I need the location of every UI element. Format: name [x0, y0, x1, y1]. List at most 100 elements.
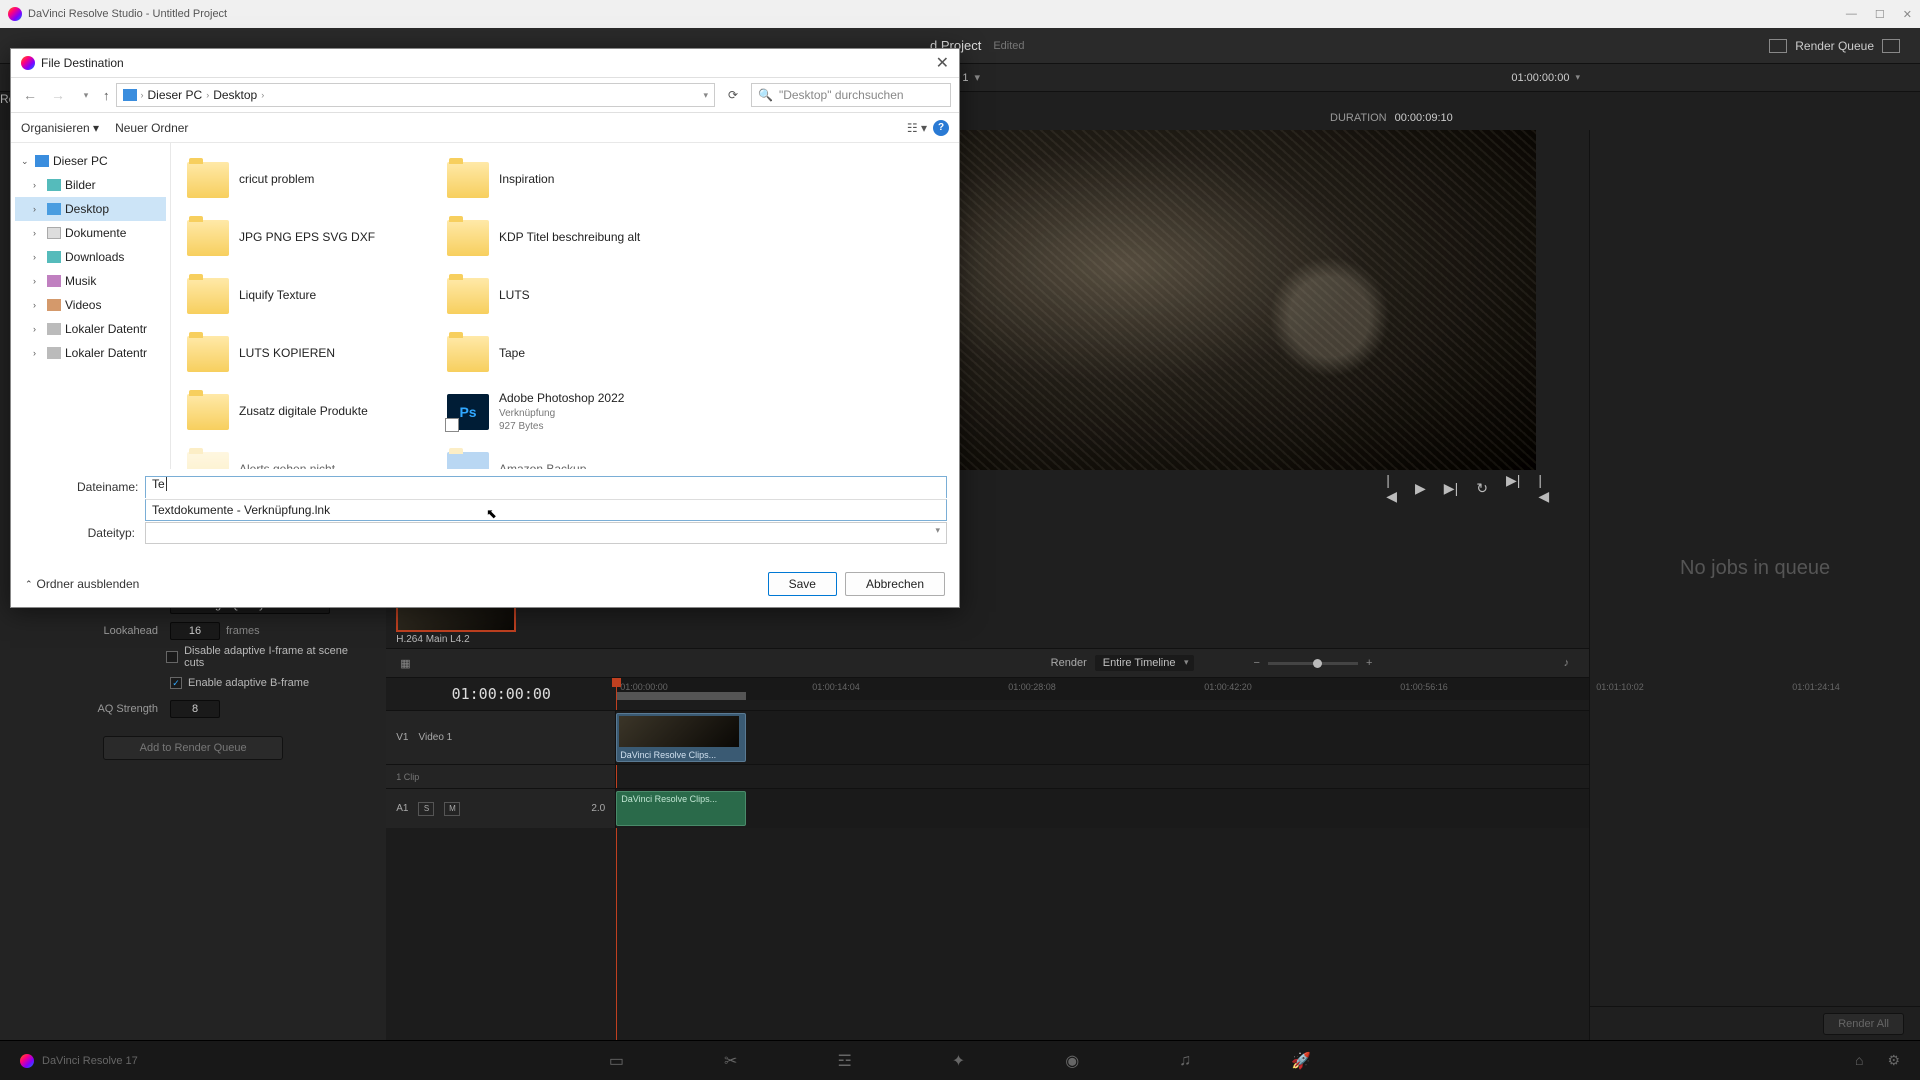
- edit-page-icon[interactable]: ☲: [837, 1051, 851, 1071]
- prev-clip-icon[interactable]: |◀: [1386, 472, 1397, 505]
- folder-item[interactable]: Liquify Texture: [181, 267, 441, 325]
- tree-node-dokumente[interactable]: ›Dokumente: [15, 221, 166, 245]
- home-icon[interactable]: ⌂: [1855, 1052, 1863, 1069]
- fairlight-page-icon[interactable]: ♫: [1179, 1052, 1191, 1070]
- in-out-range[interactable]: [616, 692, 746, 700]
- hide-folders-toggle[interactable]: ⌃Ordner ausblenden: [25, 577, 139, 591]
- page-navigation: DaVinci Resolve 17 ▭ ✂ ☲ ✦ ◉ ♫ 🚀 ⌂ ⚙: [0, 1040, 1920, 1080]
- timeline[interactable]: 01:00:00:00 01:00:00:00 01:00:14:04 01:0…: [386, 678, 1589, 1040]
- filename-input[interactable]: Te: [145, 476, 947, 498]
- dialog-close-icon[interactable]: ✕: [936, 53, 949, 73]
- cursor-icon: ⬉: [486, 506, 497, 522]
- file-list[interactable]: cricut problem Inspiration JPG PNG EPS S…: [171, 143, 959, 469]
- filetype-select[interactable]: ▾: [145, 522, 947, 544]
- folder-item[interactable]: LUTS: [441, 267, 701, 325]
- aq-input[interactable]: 8: [170, 700, 220, 718]
- new-folder-button[interactable]: Neuer Ordner: [115, 121, 188, 135]
- folder-icon: [447, 220, 489, 256]
- chevron-down-icon[interactable]: ▾: [975, 71, 981, 84]
- os-titlebar: DaVinci Resolve Studio - Untitled Projec…: [0, 0, 1920, 28]
- duration-label: DURATION: [1330, 112, 1387, 124]
- folder-item[interactable]: Alerts gehen nicht: [181, 441, 441, 469]
- save-button[interactable]: Save: [768, 572, 837, 596]
- folder-item[interactable]: Amazon Backup: [441, 441, 701, 469]
- deliver-page-icon[interactable]: 🚀: [1291, 1051, 1311, 1071]
- mute-button[interactable]: M: [444, 802, 460, 816]
- help-icon[interactable]: ?: [933, 120, 949, 136]
- next-clip-icon[interactable]: ▶|: [1444, 480, 1458, 497]
- organize-menu[interactable]: Organisieren ▾: [21, 121, 99, 135]
- folder-item[interactable]: Zusatz digitale Produkte: [181, 383, 441, 441]
- render-mode-select[interactable]: Entire Timeline: [1095, 655, 1194, 671]
- settings-icon[interactable]: ⚙: [1887, 1052, 1900, 1069]
- render-queue-panel: No jobs in queue Render All: [1589, 130, 1920, 1040]
- window-title: DaVinci Resolve Studio - Untitled Projec…: [28, 8, 227, 20]
- folder-item[interactable]: Tape: [441, 325, 701, 383]
- minimize-icon[interactable]: —: [1846, 8, 1857, 21]
- timeline-zoom[interactable]: −+: [1254, 657, 1373, 669]
- filetype-label: Dateityp:: [77, 526, 135, 540]
- loop-icon[interactable]: ↻: [1476, 480, 1488, 497]
- breadcrumb[interactable]: › Dieser PC › Desktop › ▾: [116, 83, 716, 107]
- fusion-page-icon[interactable]: ✦: [952, 1051, 965, 1071]
- audio-clip[interactable]: DaVinci Resolve Clips...: [616, 791, 746, 826]
- maximize-icon[interactable]: ☐: [1875, 8, 1885, 21]
- tree-node-disk1[interactable]: ›Lokaler Datentr: [15, 317, 166, 341]
- add-to-render-queue-button[interactable]: Add to Render Queue: [103, 736, 283, 760]
- cancel-button[interactable]: Abbrechen: [845, 572, 945, 596]
- up-icon[interactable]: ↑: [103, 88, 110, 103]
- tree-node-bilder[interactable]: ›Bilder: [15, 173, 166, 197]
- folder-item[interactable]: cricut problem: [181, 151, 441, 209]
- photoshop-icon: Ps: [447, 394, 489, 430]
- folder-icon: [187, 394, 229, 430]
- tree-node-disk2[interactable]: ›Lokaler Datentr: [15, 341, 166, 365]
- timecode-display[interactable]: 01:00:00:00▾: [1511, 72, 1580, 84]
- history-dropdown-icon[interactable]: ▾: [75, 90, 97, 101]
- folder-icon: [187, 336, 229, 372]
- folder-item[interactable]: KDP Titel beschreibung alt: [441, 209, 701, 267]
- color-page-icon[interactable]: ◉: [1065, 1051, 1079, 1071]
- media-page-icon[interactable]: ▭: [609, 1051, 624, 1071]
- window-buttons: — ☐ ✕: [1846, 8, 1912, 21]
- folder-icon: [187, 278, 229, 314]
- mark-in-icon[interactable]: ▶|: [1506, 472, 1520, 505]
- folder-tree[interactable]: ⌄Dieser PC ›Bilder ›Desktop ›Dokumente ›…: [11, 143, 171, 469]
- close-icon[interactable]: ✕: [1903, 8, 1912, 21]
- tree-node-desktop[interactable]: ›Desktop: [15, 197, 166, 221]
- timeline-ruler[interactable]: 01:00:00:00 01:00:14:04 01:00:28:08 01:0…: [616, 678, 1589, 700]
- render-all-button[interactable]: Render All: [1823, 1013, 1904, 1035]
- cut-page-icon[interactable]: ✂: [724, 1051, 737, 1071]
- folder-item[interactable]: LUTS KOPIEREN: [181, 325, 441, 383]
- view-mode-icon[interactable]: ☷ ▾: [907, 121, 927, 135]
- tree-node-pc[interactable]: ⌄Dieser PC: [15, 149, 166, 173]
- folder-item[interactable]: Inspiration: [441, 151, 701, 209]
- audio-icon[interactable]: ♪: [1564, 657, 1570, 669]
- back-icon[interactable]: ←: [19, 87, 41, 103]
- video-preview[interactable]: [946, 130, 1536, 470]
- refresh-icon[interactable]: ⟳: [721, 88, 745, 102]
- lookahead-input[interactable]: 16: [170, 622, 220, 640]
- solo-button[interactable]: S: [418, 802, 434, 816]
- video-clip[interactable]: DaVinci Resolve Clips...: [616, 713, 746, 762]
- folder-item[interactable]: JPG PNG EPS SVG DXF: [181, 209, 441, 267]
- timeline-timecode[interactable]: 01:00:00:00: [386, 685, 616, 703]
- filename-autocomplete[interactable]: Textdokumente - Verknüpfung.lnk ⬉: [145, 499, 947, 521]
- tree-node-downloads[interactable]: ›Downloads: [15, 245, 166, 269]
- play-icon[interactable]: ▶: [1415, 480, 1426, 497]
- expand-icon[interactable]: [1882, 39, 1900, 53]
- enable-bframe-checkbox[interactable]: ✓: [170, 677, 182, 689]
- breadcrumb-dropdown-icon[interactable]: ▾: [703, 90, 708, 101]
- disable-iframe-checkbox[interactable]: [166, 651, 178, 663]
- render-queue-toggle[interactable]: Render Queue: [1769, 39, 1900, 53]
- edited-badge: Edited: [993, 40, 1024, 52]
- shortcut-item[interactable]: PsAdobe Photoshop 2022Verknüpfung927 Byt…: [441, 383, 701, 441]
- mark-out-icon[interactable]: |◀: [1538, 472, 1549, 505]
- tree-node-musik[interactable]: ›Musik: [15, 269, 166, 293]
- forward-icon[interactable]: →: [47, 87, 69, 103]
- tree-node-videos[interactable]: ›Videos: [15, 293, 166, 317]
- render-queue-label: Render Queue: [1795, 39, 1874, 53]
- clip-view-icon[interactable]: ▦: [400, 657, 410, 670]
- autocomplete-option[interactable]: Textdokumente - Verknüpfung.lnk: [146, 500, 946, 520]
- search-input[interactable]: 🔍 "Desktop" durchsuchen: [751, 83, 951, 107]
- dialog-nav: ← → ▾ ↑ › Dieser PC › Desktop › ▾ ⟳ 🔍 "D…: [11, 77, 959, 113]
